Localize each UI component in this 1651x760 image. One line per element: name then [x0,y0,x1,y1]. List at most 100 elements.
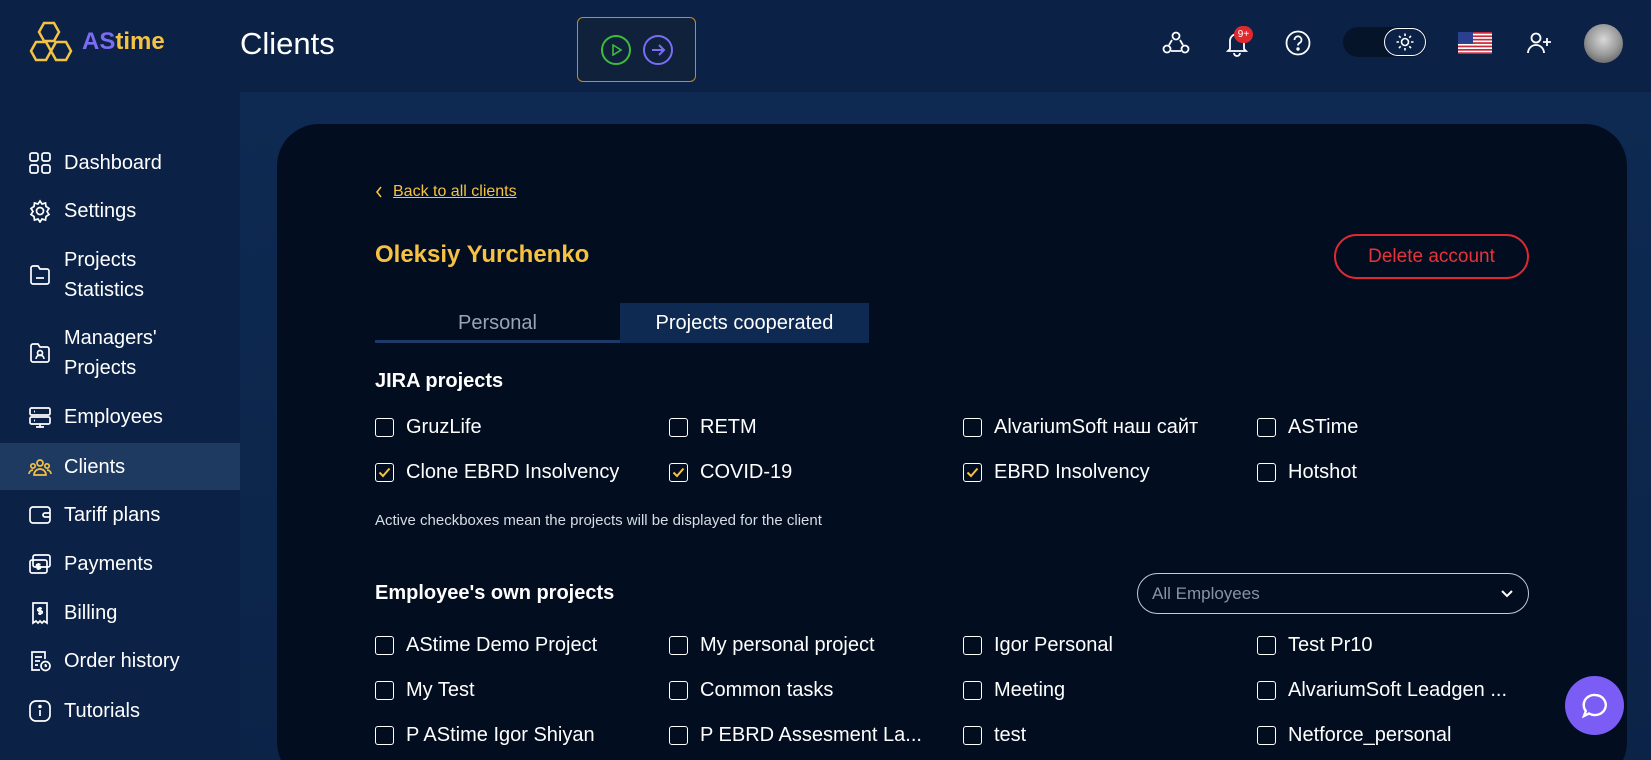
project-checkbox-item[interactable]: Test Pr10 [1257,634,1372,657]
employee-select[interactable]: All Employees [1137,573,1529,614]
project-checkbox-item[interactable]: AlvariumSoft Leadgen ... [1257,679,1507,702]
sidebar-item-employees[interactable]: Employees [0,400,240,434]
project-label: ASTime [1288,416,1359,438]
checkbox[interactable] [1257,418,1276,437]
checkbox[interactable] [375,636,394,655]
project-label: My personal project [700,634,875,656]
project-checkbox-item[interactable]: My personal project [669,634,875,657]
tab-personal[interactable]: Personal [375,303,620,343]
checkbox[interactable] [669,726,688,745]
clients-icon [28,455,52,479]
checkbox-checked[interactable] [669,463,688,482]
sidebar-item-settings[interactable]: Settings [0,194,240,228]
server-icon [28,405,52,429]
timer-controls [577,17,696,82]
project-checkbox-item[interactable]: Hotshot [1257,461,1357,484]
sidebar-item-payments[interactable]: Payments [0,547,240,581]
checkbox-checked[interactable] [963,463,982,482]
sidebar-item-clients[interactable]: Clients [0,443,240,490]
switch-task-button[interactable] [642,34,673,65]
theme-toggle-knob [1384,28,1426,56]
check-icon [966,467,979,478]
client-details-card [277,124,1627,760]
project-checkbox-item[interactable]: Meeting [963,679,1065,702]
checkbox-checked[interactable] [375,463,394,482]
project-checkbox-item[interactable]: EBRD Insolvency [963,461,1150,484]
checkbox[interactable] [963,636,982,655]
project-label: My Test [406,679,475,701]
project-checkbox-item[interactable]: GruzLife [375,416,482,439]
checkbox[interactable] [1257,463,1276,482]
sidebar-item-billing[interactable]: Billing [0,596,240,630]
checkbox[interactable] [375,681,394,700]
checkbox[interactable] [963,418,982,437]
logo-text: AStime [82,28,165,55]
project-checkbox-item[interactable]: AlvariumSoft наш сайт [963,416,1198,439]
sidebar-item-tutorials[interactable]: Tutorials [0,694,240,728]
sidebar-item-dashboard[interactable]: Dashboard [0,146,240,180]
checkbox[interactable] [375,418,394,437]
add-user-icon[interactable] [1524,28,1554,58]
sidebar-item-label: Tutorials [64,700,140,722]
checkbox[interactable] [1257,726,1276,745]
project-checkbox-item[interactable]: AStime Demo Project [375,634,597,657]
checkbox[interactable] [669,681,688,700]
start-timer-button[interactable] [600,34,631,65]
support-chat-button[interactable] [1565,676,1624,735]
checkbox[interactable] [375,726,394,745]
team-icon[interactable] [1161,28,1191,58]
billing-icon [28,601,52,625]
sidebar-item-label: Billing [64,602,118,624]
sidebar-item-order-history[interactable]: Order history [0,644,240,678]
checkbox[interactable] [963,681,982,700]
theme-toggle[interactable] [1343,27,1427,57]
checkbox[interactable] [1257,636,1276,655]
app-logo[interactable]: AStime [28,20,165,64]
checkbox[interactable] [669,636,688,655]
project-checkbox-item[interactable]: My Test [375,679,475,702]
sidebar-item-label: Projects Statistics [64,249,145,301]
payments-icon [28,552,52,576]
project-checkbox-item[interactable]: P AStime Igor Shiyan [375,724,595,747]
sidebar-item-label: Clients [64,455,126,478]
sidebar-item-tariff-plans[interactable]: Tariff plans [0,498,240,532]
project-checkbox-item[interactable]: Igor Personal [963,634,1113,657]
checkbox[interactable] [669,418,688,437]
project-label: test [994,724,1027,746]
project-checkbox-item[interactable]: Common tasks [669,679,833,702]
chevron-down-icon [1501,590,1513,598]
checkbox[interactable] [1257,681,1276,700]
jira-projects-title: JIRA projects [375,370,504,392]
top-header: AStime Clients 9+ [0,0,1651,92]
wallet-icon [28,503,52,527]
own-projects-title: Employee's own projects [375,582,615,604]
delete-account-button[interactable]: Delete account [1334,234,1529,279]
project-label: AStime Demo Project [406,634,598,656]
project-checkbox-item[interactable]: P EBRD Assesment La... [669,724,922,747]
chat-icon [1581,693,1607,718]
checkbox[interactable] [963,726,982,745]
help-icon[interactable] [1283,28,1313,58]
sidebar-item-managers-projects[interactable]: Managers' Projects [0,323,240,383]
project-checkbox-item[interactable]: test [963,724,1026,747]
sidebar-item-label: Tariff plans [64,504,161,526]
project-checkbox-item[interactable]: ASTime [1257,416,1358,439]
project-label: Meeting [994,679,1066,701]
back-to-clients-link[interactable]: Back to all clients [375,183,517,201]
user-avatar[interactable] [1584,24,1623,63]
client-name: Oleksiy Yurchenko [375,241,590,268]
project-checkbox-item[interactable]: RETM [669,416,757,439]
project-label: AlvariumSoft Leadgen ... [1288,679,1508,701]
order-history-icon [28,649,52,673]
us-flag-icon[interactable] [1458,32,1492,54]
project-label: COVID-19 [700,461,793,483]
sidebar-item-label: Settings [64,200,137,222]
project-checkbox-item[interactable]: Clone EBRD Insolvency [375,461,619,484]
tab-projects-cooperated[interactable]: Projects cooperated [620,303,869,343]
sidebar-item-projects-statistics[interactable]: Projects Statistics [0,245,240,305]
project-checkbox-item[interactable]: Netforce_personal [1257,724,1451,747]
sidebar-item-label: Managers' Projects [64,327,157,379]
project-checkbox-item[interactable]: COVID-19 [669,461,792,484]
manager-icon [28,341,52,365]
project-label: EBRD Insolvency [994,461,1150,483]
